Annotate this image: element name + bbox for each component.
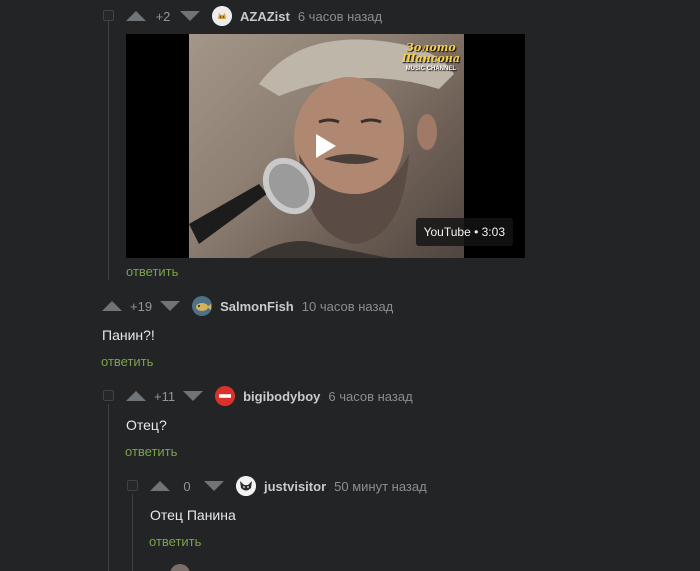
comment-text: Отец?: [126, 417, 167, 433]
comment-rating: +2: [155, 8, 171, 24]
thread-line: [108, 20, 109, 280]
comment-time[interactable]: 50 минут назад: [334, 479, 427, 494]
channel-logo: Золото Шансона MUSIC CHANNEL: [402, 42, 460, 75]
reply-link[interactable]: ответить: [101, 354, 153, 369]
reply-link[interactable]: ответить: [149, 534, 201, 549]
comment-text: Панин?!: [102, 327, 155, 343]
youtube-badge[interactable]: YouTube • 3:03: [415, 218, 513, 246]
logo-sub: MUSIC CHANNEL: [405, 66, 457, 72]
collapse-toggle[interactable]: [103, 390, 114, 401]
thread-line: [132, 494, 133, 571]
thread-line: [108, 404, 109, 571]
downvote-arrow-icon[interactable]: [183, 391, 204, 401]
comment-time[interactable]: 6 часов назад: [328, 389, 412, 404]
collapse-toggle[interactable]: [103, 10, 114, 21]
comment-time[interactable]: 6 часов назад: [298, 9, 382, 24]
comment-rating: +19: [130, 298, 153, 314]
comment-time[interactable]: 10 часов назад: [302, 299, 394, 314]
comment-rating: 0: [183, 478, 191, 494]
play-icon[interactable]: [314, 133, 338, 159]
cat-avatar-icon[interactable]: [212, 6, 232, 26]
fox-avatar-icon[interactable]: [236, 476, 256, 496]
comment-username[interactable]: bigibodyboy: [243, 389, 320, 404]
downvote-arrow-icon[interactable]: [160, 301, 181, 311]
upvote-arrow-icon[interactable]: [126, 11, 146, 21]
comment-rating: +11: [154, 388, 176, 404]
comments-thread: +2 AZAZist 6 часов назад Золото Шансона …: [0, 0, 700, 571]
comment-header: +19 SalmonFish 10 часов назад: [102, 295, 393, 317]
reply-link[interactable]: ответить: [125, 444, 177, 459]
comment-username[interactable]: SalmonFish: [220, 299, 294, 314]
logo-line: Шансона: [401, 52, 460, 65]
collapse-toggle[interactable]: [127, 480, 138, 491]
comment-username[interactable]: justvisitor: [264, 479, 326, 494]
downvote-arrow-icon[interactable]: [204, 481, 224, 491]
upvote-arrow-icon[interactable]: [126, 391, 146, 401]
fish-avatar-icon[interactable]: [192, 296, 213, 316]
upvote-arrow-icon[interactable]: [150, 481, 170, 491]
upvote-arrow-icon[interactable]: [102, 301, 122, 311]
reply-link[interactable]: ответить: [126, 264, 178, 279]
comment-text: Отец Панина: [150, 507, 236, 523]
video-embed[interactable]: Золото Шансона MUSIC CHANNEL YouTube • 3…: [126, 34, 525, 258]
comment-header: +11 bigibodyboy 6 часов назад: [126, 385, 413, 407]
comment-header: 0 justvisitor 50 минут назад: [150, 475, 427, 497]
avatar[interactable]: [170, 564, 190, 571]
no-entry-avatar-icon[interactable]: [215, 386, 236, 406]
comment-header: +2 AZAZist 6 часов назад: [126, 5, 382, 27]
downvote-arrow-icon[interactable]: [180, 11, 200, 21]
comment-username[interactable]: AZAZist: [240, 9, 290, 24]
